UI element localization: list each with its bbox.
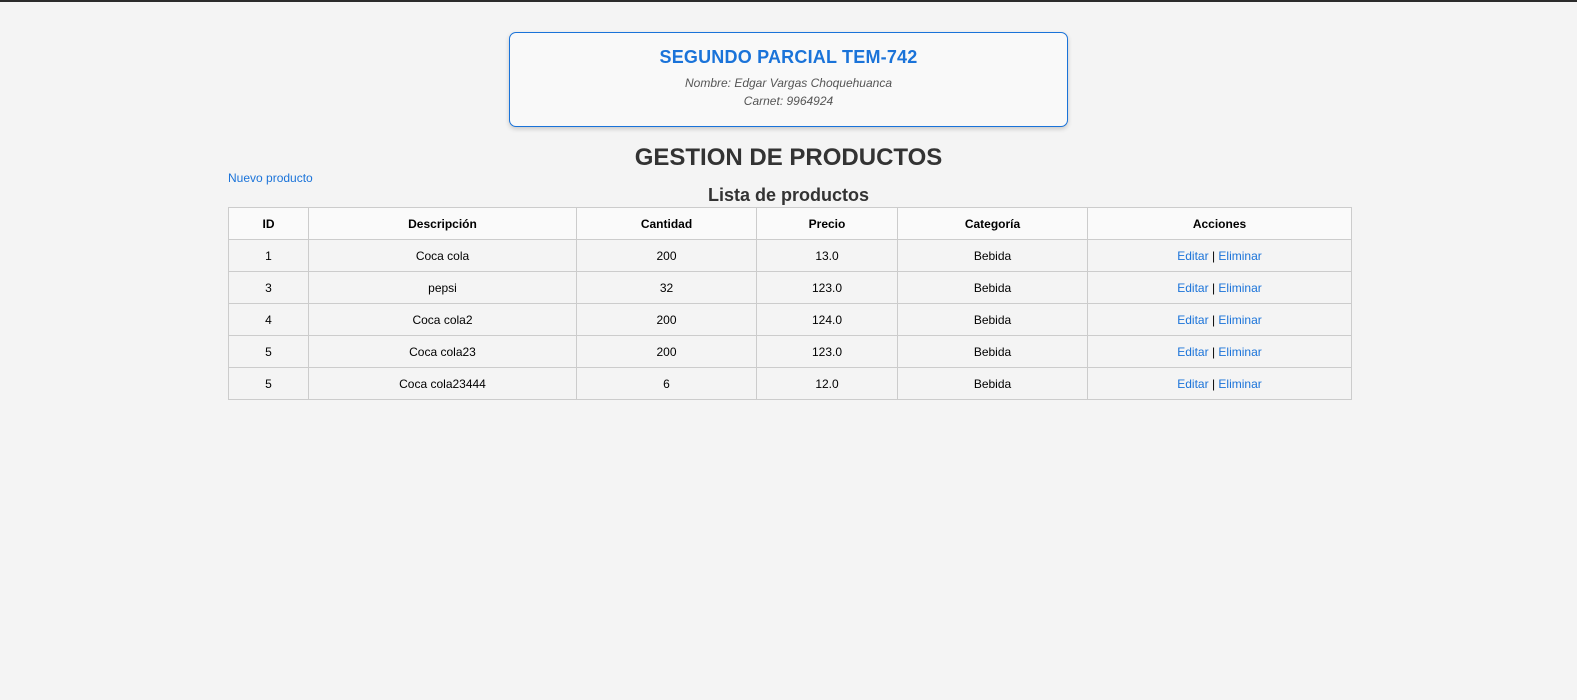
- cell-precio: 13.0: [756, 239, 898, 272]
- cell-descripcion: Coca cola2: [308, 303, 577, 336]
- cell-cantidad: 32: [576, 271, 757, 304]
- delete-link[interactable]: Eliminar: [1218, 345, 1261, 359]
- cell-cantidad: 200: [576, 239, 757, 272]
- new-product-link[interactable]: Nuevo producto: [228, 171, 313, 185]
- delete-link[interactable]: Eliminar: [1218, 281, 1261, 295]
- cell-id: 4: [228, 303, 309, 336]
- header-title: SEGUNDO PARCIAL TEM-742: [659, 47, 918, 67]
- cell-categoria: Bebida: [897, 271, 1088, 304]
- cell-id: 1: [228, 239, 309, 272]
- products-table-container: ID Descripción Cantidad Precio Categoría…: [228, 207, 1352, 400]
- cell-precio: 123.0: [756, 271, 898, 304]
- cell-acciones: Editar | Eliminar: [1087, 271, 1352, 304]
- column-header-categoria: Categoría: [897, 207, 1088, 240]
- action-separator: |: [1208, 376, 1219, 391]
- cell-descripcion: Coca cola: [308, 239, 577, 272]
- action-separator: |: [1208, 248, 1219, 263]
- products-table: ID Descripción Cantidad Precio Categoría…: [228, 207, 1352, 400]
- column-header-descripcion: Descripción: [308, 207, 577, 240]
- edit-link[interactable]: Editar: [1177, 313, 1208, 327]
- cell-descripcion: Coca cola23: [308, 335, 577, 368]
- action-separator: |: [1208, 280, 1219, 295]
- cell-id: 5: [228, 335, 309, 368]
- delete-link[interactable]: Eliminar: [1218, 249, 1261, 263]
- table-header-row: ID Descripción Cantidad Precio Categoría…: [228, 207, 1352, 240]
- cell-precio: 12.0: [756, 367, 898, 400]
- table-row: 4 Coca cola2 200 124.0 Bebida Editar | E…: [228, 303, 1352, 336]
- action-separator: |: [1208, 344, 1219, 359]
- cell-id: 3: [228, 271, 309, 304]
- cell-categoria: Bebida: [897, 303, 1088, 336]
- cell-descripcion: pepsi: [308, 271, 577, 304]
- cell-cantidad: 200: [576, 335, 757, 368]
- cell-cantidad: 200: [576, 303, 757, 336]
- cell-precio: 124.0: [756, 303, 898, 336]
- column-header-precio: Precio: [756, 207, 898, 240]
- edit-link[interactable]: Editar: [1177, 281, 1208, 295]
- delete-link[interactable]: Eliminar: [1218, 313, 1261, 327]
- cell-acciones: Editar | Eliminar: [1087, 335, 1352, 368]
- cell-descripcion: Coca cola23444: [308, 367, 577, 400]
- page-title: GESTION DE PRODUCTOS: [634, 144, 943, 171]
- table-row: 3 pepsi 32 123.0 Bebida Editar | Elimina…: [228, 271, 1352, 304]
- header-card: SEGUNDO PARCIAL TEM-742 Nombre: Edgar Va…: [509, 32, 1068, 127]
- table-row: 5 Coca cola23 200 123.0 Bebida Editar | …: [228, 335, 1352, 368]
- table-row: 5 Coca cola23444 6 12.0 Bebida Editar | …: [228, 367, 1352, 400]
- edit-link[interactable]: Editar: [1177, 345, 1208, 359]
- cell-categoria: Bebida: [897, 239, 1088, 272]
- cell-categoria: Bebida: [897, 367, 1088, 400]
- cell-acciones: Editar | Eliminar: [1087, 239, 1352, 272]
- cell-acciones: Editar | Eliminar: [1087, 367, 1352, 400]
- action-separator: |: [1208, 312, 1219, 327]
- column-header-cantidad: Cantidad: [576, 207, 757, 240]
- student-name: Nombre: Edgar Vargas Choquehuanca: [684, 76, 893, 90]
- cell-acciones: Editar | Eliminar: [1087, 303, 1352, 336]
- edit-link[interactable]: Editar: [1177, 377, 1208, 391]
- student-carnet: Carnet: 9964924: [743, 94, 834, 108]
- top-bar: [0, 0, 1577, 2]
- edit-link[interactable]: Editar: [1177, 249, 1208, 263]
- delete-link[interactable]: Eliminar: [1218, 377, 1261, 391]
- table-row: 1 Coca cola 200 13.0 Bebida Editar | Eli…: [228, 239, 1352, 272]
- column-header-id: ID: [228, 207, 309, 240]
- column-header-acciones: Acciones: [1087, 207, 1352, 240]
- cell-id: 5: [228, 367, 309, 400]
- cell-cantidad: 6: [576, 367, 757, 400]
- list-title: Lista de productos: [707, 185, 869, 205]
- cell-categoria: Bebida: [897, 335, 1088, 368]
- cell-precio: 123.0: [756, 335, 898, 368]
